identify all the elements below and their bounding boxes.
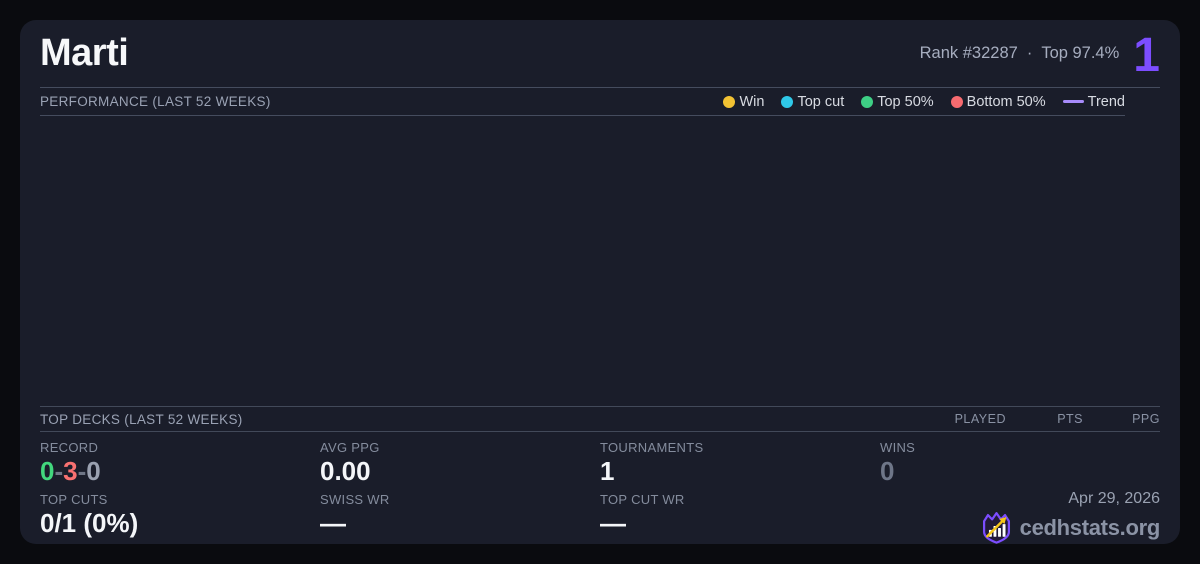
legend-item-bottom50: Bottom 50% [950, 93, 1046, 110]
record-separator: - [54, 456, 64, 486]
record-draws: 0 [86, 456, 101, 486]
column-header-ppg: PPG [1132, 412, 1160, 426]
stat-wins: WINS 0 [880, 440, 1160, 492]
legend-label: Top cut [797, 93, 845, 110]
cedhstats-logo-icon [982, 512, 1010, 544]
brand-text: cedhstats.org [1019, 514, 1161, 540]
legend-item-win: Win [723, 94, 764, 110]
top50-dot-icon [861, 95, 874, 108]
rank-number: 1 [1133, 28, 1160, 82]
legend-label: Top 50% [877, 93, 934, 110]
stat-label: SWISS WR [320, 492, 390, 507]
stat-swiss-wr: SWISS WR — [320, 492, 600, 544]
trend-line-icon [1062, 100, 1084, 103]
rank-text: Rank #32287 · Top 97.4% [920, 44, 1120, 63]
column-header-played: PLAYED [954, 412, 1006, 426]
stat-top-cut-wr: TOP CUT WR — [600, 492, 880, 544]
performance-section: PERFORMANCE (LAST 52 WEEKS) Win Top cut … [40, 88, 1125, 116]
player-stats-card: Marti Rank #32287 · Top 97.4% 1 PERFORMA… [20, 20, 1180, 544]
player-name: Marti [40, 32, 129, 74]
stat-avg-ppg: AVG PPG 0.00 [320, 440, 600, 492]
card-footer: Apr 29, 2026 cedhstats.org [880, 490, 1160, 544]
stat-label: WINS [880, 440, 916, 455]
record-value: 0-3-0 [40, 457, 320, 486]
top-decks-section-title: TOP DECKS (LAST 52 WEEKS) [40, 411, 243, 427]
stat-value: — [600, 508, 626, 538]
stat-record: RECORD 0-3-0 [40, 440, 320, 492]
stat-label: TOP CUTS [40, 492, 108, 507]
stat-tournaments: TOURNAMENTS 1 [600, 440, 880, 492]
stat-label: TOURNAMENTS [600, 440, 704, 455]
record-separator: - [77, 456, 87, 486]
top-percent: Top 97.4% [1041, 44, 1120, 62]
stat-value: 1 [600, 456, 615, 486]
stat-label: TOP CUT WR [600, 492, 685, 507]
stat-value: 0/1 (0%) [40, 508, 139, 538]
top-decks-header-row: TOP DECKS (LAST 52 WEEKS) PLAYED PTS PPG [40, 406, 1160, 432]
stat-top-cuts: TOP CUTS 0/1 (0%) [40, 492, 320, 544]
rank-separator: · [1026, 44, 1033, 62]
date: Apr 29, 2026 [1068, 490, 1160, 507]
column-header-pts: PTS [1057, 412, 1083, 426]
bottom50-dot-icon [950, 95, 963, 108]
win-dot-icon [723, 95, 736, 108]
stats-grid: RECORD 0-3-0 AVG PPG 0.00 TOURNAMENTS 1 … [40, 432, 1160, 544]
record-losses: 3 [63, 456, 78, 486]
record-wins: 0 [40, 456, 55, 486]
topcut-dot-icon [781, 95, 794, 108]
stat-label: AVG PPG [320, 440, 380, 455]
stat-value: 0 [880, 456, 895, 486]
brand-link[interactable]: cedhstats.org [880, 511, 1160, 544]
performance-section-title: PERFORMANCE (LAST 52 WEEKS) [40, 94, 271, 109]
legend-item-trend: Trend [1062, 93, 1125, 110]
stat-value: 0.00 [320, 456, 371, 486]
stat-value: — [320, 508, 346, 538]
legend-item-topcut: Top cut [781, 94, 844, 110]
chart-legend: Win Top cut Top 50% Bottom 50% Trend [723, 94, 1125, 110]
top-decks-columns: PLAYED PTS PPG [929, 412, 1160, 426]
performance-header-row: PERFORMANCE (LAST 52 WEEKS) Win Top cut … [40, 88, 1125, 116]
legend-label: Bottom 50% [966, 93, 1046, 110]
stat-label: RECORD [40, 440, 99, 455]
rank-summary: Rank #32287 · Top 97.4% 1 [920, 28, 1160, 82]
legend-label: Win [739, 93, 765, 110]
rank-label: Rank #32287 [919, 44, 1018, 62]
legend-item-top50: Top 50% [861, 93, 934, 110]
legend-label: Trend [1087, 93, 1125, 110]
card-header: Marti Rank #32287 · Top 97.4% 1 [40, 20, 1160, 87]
performance-chart-area [40, 116, 1160, 406]
